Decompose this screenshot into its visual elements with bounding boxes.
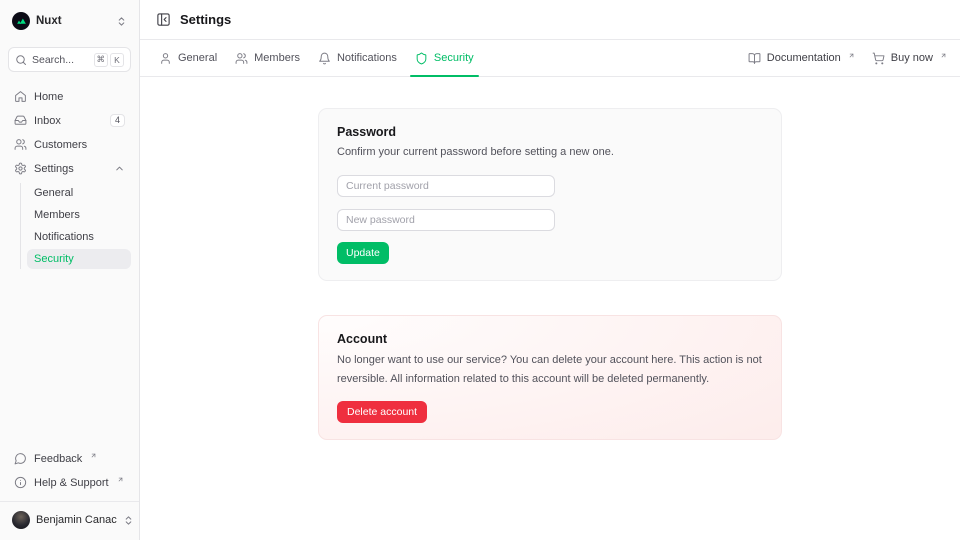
unfold-icon <box>116 16 127 27</box>
sidebar-item-label: Security <box>34 253 74 265</box>
search-shortcut: ⌘ K <box>94 53 125 67</box>
sidebar-nav: Home Inbox 4 Customers Settings <box>8 86 131 269</box>
tab-label: Members <box>254 52 300 64</box>
sidebar-item-label: Home <box>34 91 63 103</box>
users-icon <box>14 138 27 151</box>
account-card-description: No longer want to use our service? You c… <box>337 351 763 391</box>
password-card-description: Confirm your current password before set… <box>337 144 763 161</box>
new-password-input[interactable] <box>337 209 555 231</box>
cart-icon <box>872 52 885 65</box>
tabbar-actions: Documentation Buy now <box>748 40 950 76</box>
external-link-icon <box>848 52 855 59</box>
password-card: Password Confirm your current password b… <box>318 108 782 281</box>
sidebar-item-members[interactable]: Members <box>27 205 131 225</box>
documentation-link[interactable]: Documentation <box>748 52 854 65</box>
page-title: Settings <box>180 12 231 27</box>
external-link-icon <box>117 476 124 483</box>
sidebar-item-feedback[interactable]: Feedback <box>8 448 131 469</box>
sidebar-item-settings[interactable]: Settings <box>8 158 131 179</box>
inbox-badge: 4 <box>110 114 125 127</box>
sidebar-item-inbox[interactable]: Inbox 4 <box>8 110 131 131</box>
user-name: Benjamin Canac <box>36 514 117 526</box>
home-icon <box>14 90 27 103</box>
external-link-icon <box>940 52 947 59</box>
shield-icon <box>415 52 428 65</box>
settings-tabbar: General Members Notifications Security <box>140 40 960 77</box>
account-card-title: Account <box>337 332 763 346</box>
settings-subnav: General Members Notifications Security <box>20 183 131 269</box>
settings-content: Password Confirm your current password b… <box>140 77 960 540</box>
unfold-icon <box>123 515 134 526</box>
sidebar-footer-nav: Feedback Help & Support <box>8 448 131 493</box>
workspace-name: Nuxt <box>36 15 62 27</box>
sidebar-item-notifications[interactable]: Notifications <box>27 227 131 247</box>
account-card: Account No longer want to use our servic… <box>318 315 782 441</box>
tab-label: General <box>178 52 217 64</box>
sidebar-item-label: Customers <box>34 139 87 151</box>
kbd-meta: ⌘ <box>94 53 109 67</box>
sidebar-item-label: Notifications <box>34 231 94 243</box>
avatar <box>12 511 30 529</box>
user-icon <box>159 52 172 65</box>
action-label: Buy now <box>891 52 933 64</box>
book-open-icon <box>748 52 761 65</box>
tab-members[interactable]: Members <box>227 40 308 76</box>
tab-label: Security <box>434 52 474 64</box>
search-input[interactable]: Search... ⌘ K <box>8 47 131 72</box>
delete-account-button[interactable]: Delete account <box>337 401 427 423</box>
tab-label: Notifications <box>337 52 397 64</box>
sidebar-item-label: Members <box>34 209 80 221</box>
chevron-up-icon <box>114 163 125 174</box>
info-icon <box>14 476 27 489</box>
kbd-k: K <box>110 53 124 67</box>
sidebar-item-label: Settings <box>34 163 74 175</box>
buy-now-link[interactable]: Buy now <box>872 52 946 65</box>
current-password-input[interactable] <box>337 175 555 197</box>
external-link-icon <box>90 452 97 459</box>
search-icon <box>15 54 27 66</box>
sidebar-item-label: Inbox <box>34 115 61 127</box>
users-icon <box>235 52 248 65</box>
password-card-title: Password <box>337 125 763 139</box>
action-label: Documentation <box>767 52 841 64</box>
sidebar-spacer <box>8 269 131 434</box>
sidebar-item-security[interactable]: Security <box>27 249 131 269</box>
panel-left-close-icon[interactable] <box>156 12 171 27</box>
tab-general[interactable]: General <box>151 40 225 76</box>
update-button[interactable]: Update <box>337 242 389 264</box>
sidebar-item-label: General <box>34 187 73 199</box>
search-placeholder: Search... <box>32 54 74 66</box>
sidebar-item-customers[interactable]: Customers <box>8 134 131 155</box>
workspace-switcher[interactable]: Nuxt <box>8 8 131 34</box>
app-window: Nuxt Search... ⌘ K Home <box>0 0 960 540</box>
chat-icon <box>14 452 27 465</box>
sidebar-item-label: Feedback <box>34 453 82 465</box>
page-header: Settings <box>140 0 960 40</box>
main-panel: Settings General Members Notifications <box>140 0 960 540</box>
nuxt-logo-icon <box>12 12 30 30</box>
sidebar: Nuxt Search... ⌘ K Home <box>0 0 140 540</box>
bell-icon <box>318 52 331 65</box>
sidebar-item-label: Help & Support <box>34 477 109 489</box>
user-menu[interactable]: Benjamin Canac <box>8 502 131 532</box>
tab-security[interactable]: Security <box>407 40 482 76</box>
sidebar-item-help-support[interactable]: Help & Support <box>8 472 131 493</box>
gear-icon <box>14 162 27 175</box>
inbox-icon <box>14 114 27 127</box>
sidebar-item-home[interactable]: Home <box>8 86 131 107</box>
tab-notifications[interactable]: Notifications <box>310 40 405 76</box>
sidebar-item-general[interactable]: General <box>27 183 131 203</box>
